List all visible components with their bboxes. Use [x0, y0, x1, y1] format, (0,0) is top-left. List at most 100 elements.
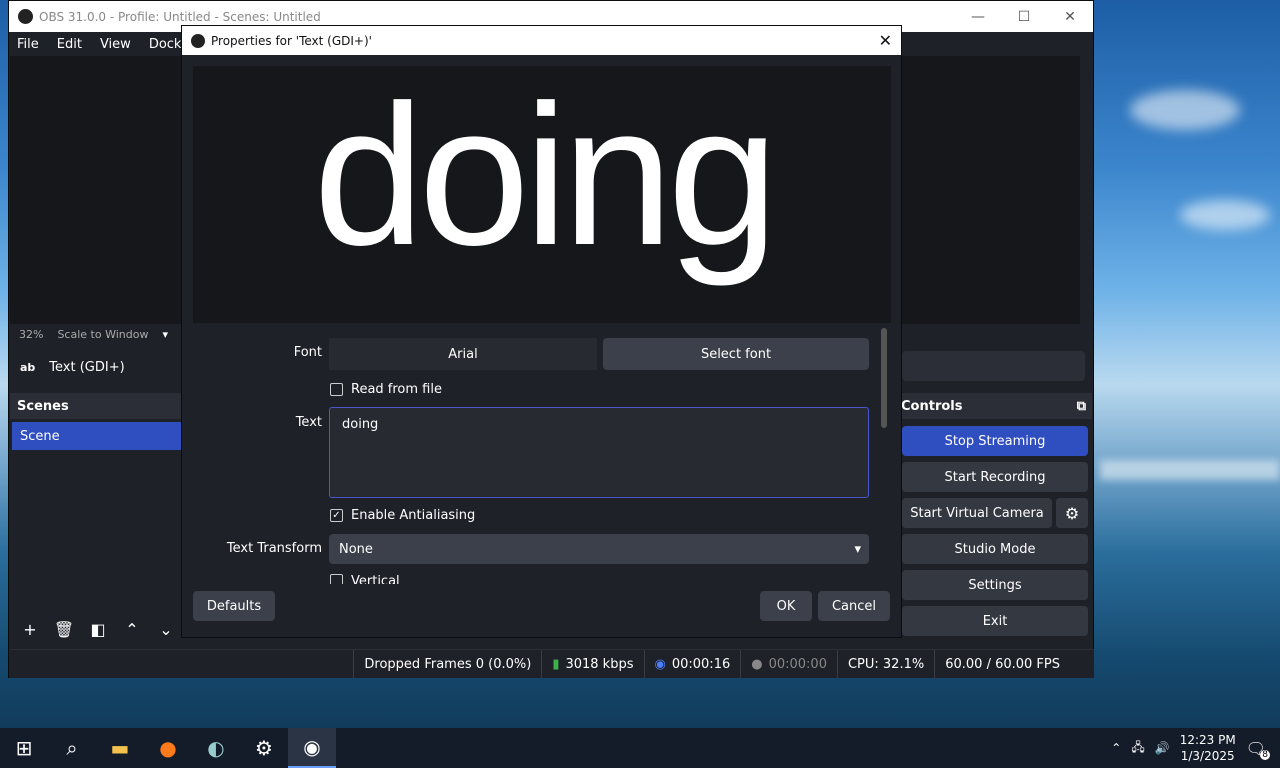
audio-mixer-strip [902, 351, 1085, 381]
source-name[interactable]: Text (GDI+) [49, 360, 124, 375]
read-from-file-checkbox[interactable]: Read from file [330, 382, 442, 397]
scenes-toolbar: + 🗑 ◧ ⌃ ⌄ [12, 615, 181, 643]
cpu-usage: CPU: 32.1% [836, 649, 934, 679]
record-time: ● 00:00:00 [740, 649, 837, 679]
stream-icon: ◉ [654, 656, 666, 672]
bitrate: ▮ 3018 kbps [541, 649, 643, 679]
chevron-down-icon[interactable]: ▾ [162, 328, 168, 341]
ok-button[interactable]: OK [760, 591, 812, 621]
chevron-up-icon[interactable]: ⌃ [1111, 741, 1121, 755]
menu-edit[interactable]: Edit [57, 37, 82, 52]
chevron-down-icon: ▾ [854, 541, 861, 557]
obs-taskbar-icon[interactable]: ◉ [288, 728, 336, 768]
chevron-down-icon[interactable]: ⌄ [154, 617, 178, 641]
close-icon[interactable]: ✕ [879, 31, 892, 50]
windows-start-icon[interactable]: ⊞ [0, 728, 48, 768]
controls-dock-header: Controls ⧉ [894, 393, 1092, 419]
gear-icon[interactable]: ⚙ [1056, 498, 1088, 528]
scene-label: Scene [20, 428, 60, 444]
wallpaper-surf [1100, 460, 1280, 480]
antialiasing-label: Enable Antialiasing [351, 508, 476, 523]
exit-button[interactable]: Exit [902, 606, 1088, 636]
menu-view[interactable]: View [100, 37, 131, 52]
volume-icon[interactable]: 🔊 [1155, 741, 1170, 755]
text-transform-value: None [339, 541, 373, 557]
scrollbar-thumb[interactable] [881, 328, 887, 428]
scenes-dock-header: Scenes [10, 393, 181, 419]
clock[interactable]: 12:23 PM 1/3/2025 [1180, 732, 1236, 764]
filters-icon[interactable]: ◧ [86, 617, 110, 641]
font-label: Font [293, 345, 322, 360]
clock-time: 12:23 PM [1179, 733, 1236, 747]
dialog-title: Properties for 'Text (GDI+)' [211, 33, 372, 48]
bitrate-text: 3018 kbps [565, 656, 634, 672]
start-virtual-camera-button[interactable]: Start Virtual Camera [902, 498, 1052, 528]
checkmark-icon[interactable]: ✓ [330, 509, 343, 522]
cancel-button[interactable]: Cancel [818, 591, 890, 621]
stream-time-text: 00:00:16 [671, 656, 731, 672]
text-input[interactable]: doing [329, 407, 869, 498]
file-explorer-icon[interactable]: ▬ [96, 728, 144, 768]
dialog-title-bar: Properties for 'Text (GDI+)' ✕ [182, 26, 901, 55]
menu-file[interactable]: File [17, 37, 39, 52]
start-recording-button[interactable]: Start Recording [902, 462, 1088, 492]
fps-text: 60.00 / 60.00 FPS [945, 656, 1060, 672]
text-transform-label: Text Transform [226, 541, 322, 556]
studio-mode-button[interactable]: Studio Mode [902, 534, 1088, 564]
vertical-label: Vertical [351, 574, 400, 584]
vertical-checkbox[interactable]: Vertical [330, 574, 400, 584]
clock-date: 1/3/2025 [1180, 749, 1235, 763]
text-label: Text [295, 415, 322, 430]
record-icon: ● [751, 656, 763, 672]
obs-logo-icon [191, 33, 205, 48]
font-value: Arial [329, 338, 597, 370]
cpu-text: CPU: 32.1% [847, 656, 925, 672]
notification-icon[interactable]: 🗨 8 [1246, 739, 1270, 760]
controls-title: Controls [901, 398, 963, 414]
text-source-icon: ab [20, 360, 36, 374]
chevron-up-icon[interactable]: ⌃ [120, 617, 144, 641]
notification-count: 8 [1260, 749, 1270, 760]
settings-button[interactable]: Settings [902, 570, 1088, 600]
system-tray: ⌃ 🖧 🔊 12:23 PM 1/3/2025 🗨 8 [1111, 732, 1280, 764]
add-scene-icon[interactable]: + [18, 617, 42, 641]
zoom-percent: 32% [19, 327, 44, 341]
fps: 60.00 / 60.00 FPS [934, 649, 1070, 679]
status-bar: Dropped Frames 0 (0.0%) ▮ 3018 kbps ◉ 00:0… [10, 649, 1094, 679]
read-from-file-label: Read from file [351, 382, 442, 397]
signal-bars-icon: ▮ [552, 656, 560, 672]
network-icon[interactable]: 🖧 [1131, 738, 1144, 759]
preview-text: doing [313, 66, 778, 287]
source-toolbar: ab Text (GDI+) [10, 353, 180, 381]
search-icon[interactable]: ⌕ [48, 728, 96, 768]
zoom-mode[interactable]: Scale to Window [57, 328, 148, 341]
antialiasing-checkbox[interactable]: ✓ Enable Antialiasing [330, 508, 475, 523]
close-icon[interactable]: ✕ [1047, 9, 1093, 25]
dropped-frames: Dropped Frames 0 (0.0%) [353, 649, 541, 679]
stream-time: ◉ 00:00:16 [643, 649, 741, 679]
minimize-icon[interactable]: — [955, 9, 1001, 25]
checkbox-icon[interactable] [330, 574, 343, 584]
scene-list-item[interactable]: Scene [12, 422, 181, 450]
text-transform-select[interactable]: None ▾ [329, 534, 869, 564]
defaults-button[interactable]: Defaults [193, 591, 275, 621]
select-font-button[interactable]: Select font [603, 338, 869, 370]
stop-streaming-button[interactable]: Stop Streaming [902, 426, 1088, 456]
obs-window-title: OBS 31.0.0 - Profile: Untitled - Scenes:… [39, 9, 321, 24]
checkbox-icon[interactable] [330, 383, 343, 396]
settings-gear-icon[interactable]: ⚙ [240, 728, 288, 768]
maximize-icon[interactable]: ☐ [1001, 9, 1047, 25]
scenes-title: Scenes [17, 398, 69, 414]
wallpaper-cloud [1180, 200, 1270, 230]
text-preview: doing [193, 66, 891, 323]
firefox-icon[interactable]: ● [144, 728, 192, 768]
record-time-text: 00:00:00 [768, 656, 827, 672]
zoom-bar: 32% Scale to Window ▾ [10, 324, 180, 344]
properties-dialog: Properties for 'Text (GDI+)' ✕ doing Fon… [181, 25, 902, 638]
taskbar: ⊞ ⌕ ▬ ● ◐ ⚙ ◉ ⌃ 🖧 🔊 12:23 PM 1/3/2025 🗨 8 [0, 728, 1280, 768]
undock-icon[interactable]: ⧉ [1077, 399, 1086, 414]
steam-icon[interactable]: ◐ [192, 728, 240, 768]
trash-icon[interactable]: 🗑 [52, 617, 76, 641]
wallpaper-cloud [1130, 90, 1240, 130]
obs-logo-icon [18, 9, 33, 24]
